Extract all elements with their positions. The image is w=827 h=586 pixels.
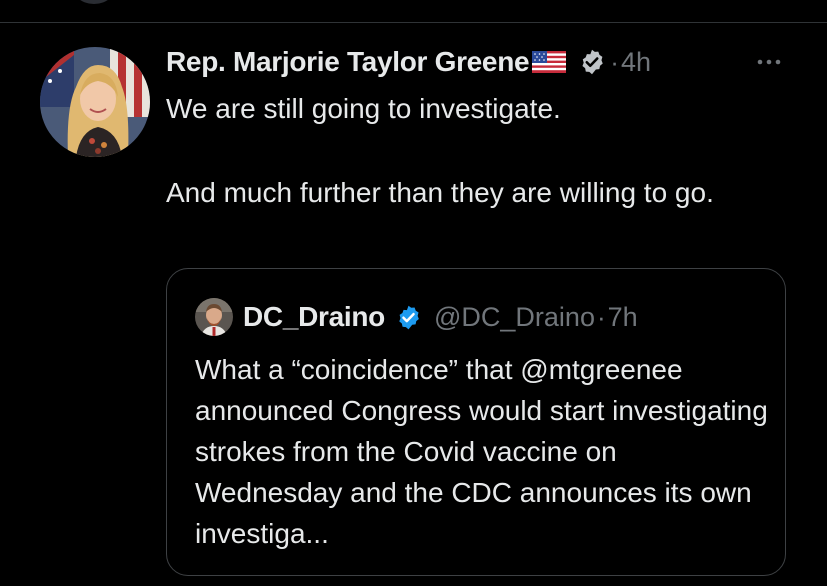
quoted-header-separator: ·	[596, 301, 606, 332]
quoted-tweet-body: What a “coincidence” that @mtgreenee ann…	[195, 354, 768, 549]
tweet-header: Rep. Marjorie Taylor Greene · 4h	[166, 42, 651, 82]
quoted-tweet-timestamp[interactable]: 7h	[608, 302, 638, 333]
previous-tweet-avatar[interactable]	[70, 0, 118, 4]
tweet-body: We are still going to investigate. And m…	[166, 88, 776, 214]
us-flag-icon	[532, 51, 567, 73]
tweet-divider	[0, 22, 827, 23]
header-separator: ·	[610, 46, 619, 77]
tweet-timestamp[interactable]: 4h	[621, 47, 651, 78]
tweet-text-line: And much further than they are willing t…	[166, 177, 714, 208]
author-avatar[interactable]	[40, 47, 150, 157]
tweet-text-line: We are still going to investigate.	[166, 93, 561, 124]
quoted-author-handle[interactable]: @DC_Draino	[434, 302, 595, 333]
quoted-verified-badge-icon[interactable]	[395, 304, 422, 331]
quoted-author-name[interactable]: DC_Draino	[243, 301, 385, 333]
more-options-icon[interactable]	[752, 48, 788, 76]
verified-badge-icon[interactable]	[578, 48, 606, 76]
author-name[interactable]: Rep. Marjorie Taylor Greene	[166, 46, 530, 78]
quoted-tweet-card[interactable]: DC_Draino @DC_Draino · 7h What a “coinci…	[166, 268, 786, 576]
quoted-author-avatar[interactable]	[195, 298, 233, 336]
quoted-tweet-header: DC_Draino @DC_Draino · 7h	[195, 297, 638, 337]
